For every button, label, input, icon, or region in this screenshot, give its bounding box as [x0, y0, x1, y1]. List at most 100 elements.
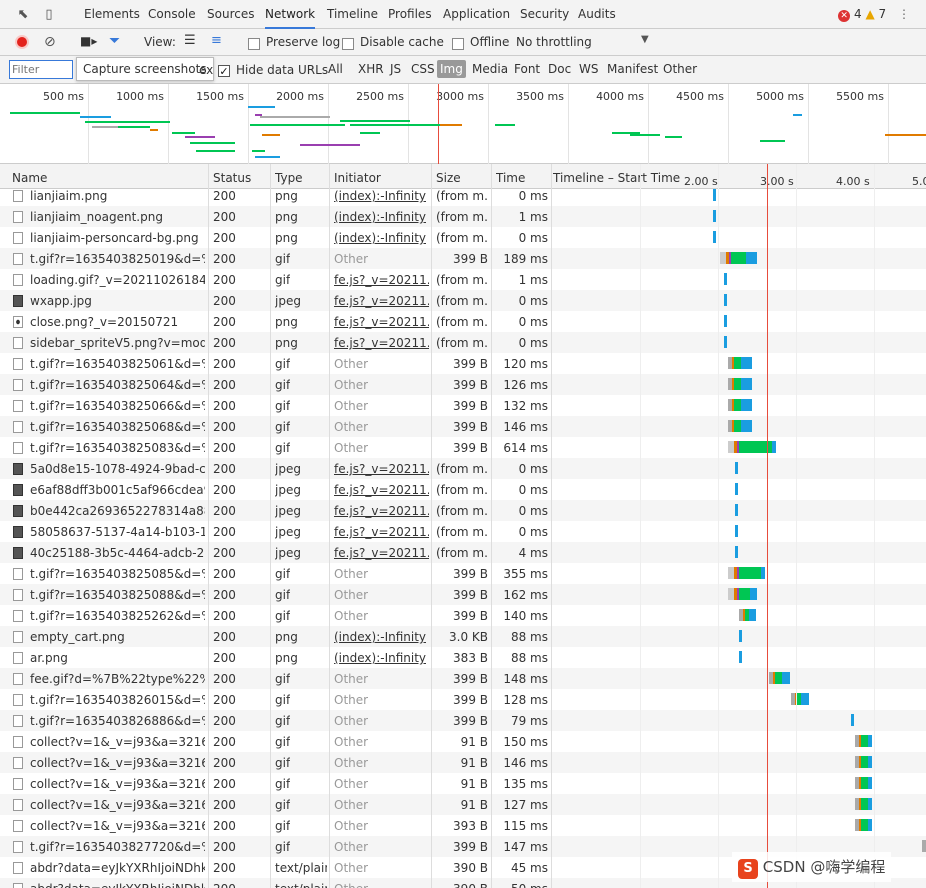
- request-name[interactable]: t.gif?r=1635403826886&d=%7...: [30, 714, 205, 728]
- table-row[interactable]: 40c25188-3b5c-4464-adcb-23... 200 jpeg fe.j…: [0, 542, 926, 563]
- column-header-status[interactable]: Status: [213, 171, 251, 185]
- request-name[interactable]: t.gif?r=1635403825262&d=%7...: [30, 609, 205, 623]
- request-name[interactable]: abdr?data=eyJkYXRhIjoiNDhk...: [30, 882, 205, 888]
- type-filter-other[interactable]: Other: [660, 60, 700, 78]
- table-row[interactable]: ar.png 200 png (index):-Infinity 383 B 88 ms: [0, 647, 926, 668]
- column-header-timeline-start-time[interactable]: Timeline – Start Time: [553, 171, 680, 185]
- table-row[interactable]: t.gif?r=1635403826886&d=%7... 200 gif Other…: [0, 710, 926, 731]
- preserve-log-checkbox[interactable]: [248, 36, 260, 50]
- type-filter-ws[interactable]: WS: [576, 60, 601, 78]
- initiator-cell[interactable]: Other: [334, 756, 368, 770]
- overview-icon[interactable]: ≡: [211, 33, 222, 48]
- initiator-cell[interactable]: fe.js?_v=20211...: [334, 273, 429, 287]
- table-row[interactable]: 5a0d8e15-1078-4924-9bad-c0... 200 jpeg fe.j…: [0, 458, 926, 479]
- tab-network[interactable]: Network: [265, 0, 316, 29]
- disable-cache-checkbox[interactable]: [342, 36, 354, 50]
- table-row[interactable]: t.gif?r=1635403825085&d=%7... 200 gif Other…: [0, 563, 926, 584]
- type-filter-all[interactable]: All: [325, 60, 346, 78]
- table-row[interactable]: b0e442ca2693652278314a885... 200 jpeg fe.js…: [0, 500, 926, 521]
- initiator-cell[interactable]: Other: [334, 798, 368, 812]
- initiator-cell[interactable]: (index):-Infinity: [334, 231, 426, 245]
- table-row[interactable]: empty_cart.png 200 png (index):-Infinity 3.0…: [0, 626, 926, 647]
- large-rows-icon[interactable]: ☰: [184, 33, 196, 48]
- request-name[interactable]: e6af88dff3b001c5af966cdea99...: [30, 483, 205, 497]
- tab-security[interactable]: Security: [520, 0, 569, 29]
- request-name[interactable]: t.gif?r=1635403826015&d=%7...: [30, 693, 205, 707]
- type-filter-js[interactable]: JS: [387, 60, 404, 78]
- request-name[interactable]: loading.gif?_v=2021102618491...: [30, 273, 205, 287]
- type-filter-media[interactable]: Media: [469, 60, 511, 78]
- table-row[interactable]: sidebar_spriteV5.png?v=modif... 200 png fe.…: [0, 332, 926, 353]
- table-row[interactable]: loading.gif?_v=2021102618491... 200 gif fe.…: [0, 269, 926, 290]
- column-header-name[interactable]: Name: [12, 171, 47, 185]
- console-badges[interactable]: ✕ 4 ▲ 7 ⋮: [838, 7, 910, 22]
- initiator-cell[interactable]: Other: [334, 672, 368, 686]
- table-row[interactable]: t.gif?r=1635403825262&d=%7... 200 gif Other…: [0, 605, 926, 626]
- initiator-cell[interactable]: Other: [334, 714, 368, 728]
- request-name[interactable]: wxapp.jpg: [30, 294, 92, 308]
- initiator-cell[interactable]: Other: [334, 882, 368, 888]
- hide-data-urls-checkbox[interactable]: [218, 63, 230, 77]
- initiator-cell[interactable]: Other: [334, 840, 368, 854]
- initiator-cell[interactable]: fe.js?_v=20211...: [334, 294, 429, 308]
- request-name[interactable]: close.png?_v=20150721: [30, 315, 178, 329]
- table-row[interactable]: collect?v=1&_v=j93&a=32163... 200 gif Other…: [0, 815, 926, 836]
- throttling-select[interactable]: No throttling: [516, 35, 592, 49]
- request-name[interactable]: t.gif?r=1635403827720&d=%7...: [30, 840, 205, 854]
- type-filter-font[interactable]: Font: [511, 60, 543, 78]
- table-row[interactable]: t.gif?r=1635403825068&d=%7... 200 gif Other…: [0, 416, 926, 437]
- table-row[interactable]: lianjiaim-personcard-bg.png 200 png (index)…: [0, 227, 926, 248]
- more-menu-icon[interactable]: ⋮: [898, 7, 910, 21]
- filter-input[interactable]: [9, 60, 73, 79]
- timeline-overview[interactable]: 500 ms 1000 ms 1500 ms 2000 ms 2500 ms 3000 m…: [0, 84, 926, 164]
- table-row[interactable]: collect?v=1&_v=j93&a=32163... 200 gif Other…: [0, 731, 926, 752]
- tab-application[interactable]: Application: [443, 0, 510, 29]
- table-row[interactable]: collect?v=1&_v=j93&a=32163... 200 gif Other…: [0, 794, 926, 815]
- type-filter-manifest[interactable]: Manifest: [604, 60, 661, 78]
- request-name[interactable]: t.gif?r=1635403825061&d=%7...: [30, 357, 205, 371]
- request-name[interactable]: t.gif?r=1635403825064&d=%7...: [30, 378, 205, 392]
- request-name[interactable]: lianjiaim-personcard-bg.png: [30, 231, 199, 245]
- request-name[interactable]: collect?v=1&_v=j93&a=32163...: [30, 777, 205, 791]
- column-header-type[interactable]: Type: [275, 171, 303, 185]
- request-name[interactable]: t.gif?r=1635403825019&d=%7...: [30, 252, 205, 266]
- request-name[interactable]: collect?v=1&_v=j93&a=32163...: [30, 756, 205, 770]
- type-filter-css[interactable]: CSS: [408, 60, 438, 78]
- initiator-cell[interactable]: Other: [334, 399, 368, 413]
- table-row[interactable]: lianjiaim.png 200 png (index):-Infinity (fro…: [0, 189, 926, 206]
- request-name[interactable]: t.gif?r=1635403825068&d=%7...: [30, 420, 205, 434]
- initiator-cell[interactable]: Other: [334, 819, 368, 833]
- tab-sources[interactable]: Sources: [207, 0, 254, 29]
- initiator-cell[interactable]: Other: [334, 567, 368, 581]
- initiator-cell[interactable]: Other: [334, 735, 368, 749]
- request-name[interactable]: empty_cart.png: [30, 630, 125, 644]
- initiator-cell[interactable]: fe.js?_v=20211...: [334, 315, 429, 329]
- request-name[interactable]: lianjiaim.png: [30, 189, 107, 203]
- tab-elements[interactable]: Elements: [84, 0, 140, 29]
- table-row[interactable]: e6af88dff3b001c5af966cdea99... 200 jpeg fe.…: [0, 479, 926, 500]
- table-row[interactable]: 58058637-5137-4a14-b103-19... 200 jpeg fe.j…: [0, 521, 926, 542]
- request-name[interactable]: t.gif?r=1635403825088&d=%7...: [30, 588, 205, 602]
- initiator-cell[interactable]: fe.js?_v=20211...: [334, 336, 429, 350]
- request-name[interactable]: collect?v=1&_v=j93&a=32163...: [30, 819, 205, 833]
- column-header-size[interactable]: Size: [436, 171, 461, 185]
- record-button[interactable]: [15, 35, 29, 49]
- request-name[interactable]: t.gif?r=1635403825085&d=%7...: [30, 567, 205, 581]
- column-header-time[interactable]: Time: [496, 171, 525, 185]
- request-name[interactable]: ar.png: [30, 651, 68, 665]
- table-row[interactable]: t.gif?r=1635403825064&d=%7... 200 gif Other…: [0, 374, 926, 395]
- initiator-cell[interactable]: (index):-Infinity: [334, 651, 426, 665]
- inspect-element-icon[interactable]: ⬉: [14, 6, 32, 23]
- initiator-cell[interactable]: fe.js?_v=20211...: [334, 462, 429, 476]
- initiator-cell[interactable]: (index):-Infinity: [334, 630, 426, 644]
- request-name[interactable]: t.gif?r=1635403825083&d=%7...: [30, 441, 205, 455]
- request-name[interactable]: lianjiaim_noagent.png: [30, 210, 163, 224]
- initiator-cell[interactable]: Other: [334, 441, 368, 455]
- table-row[interactable]: wxapp.jpg 200 jpeg fe.js?_v=20211... (from m…: [0, 290, 926, 311]
- initiator-cell[interactable]: Other: [334, 378, 368, 392]
- table-row[interactable]: t.gif?r=1635403825066&d=%7... 200 gif Other…: [0, 395, 926, 416]
- type-filter-img[interactable]: Img: [437, 60, 466, 78]
- initiator-cell[interactable]: Other: [334, 420, 368, 434]
- table-row[interactable]: t.gif?r=1635403825088&d=%7... 200 gif Other…: [0, 584, 926, 605]
- tab-audits[interactable]: Audits: [578, 0, 616, 29]
